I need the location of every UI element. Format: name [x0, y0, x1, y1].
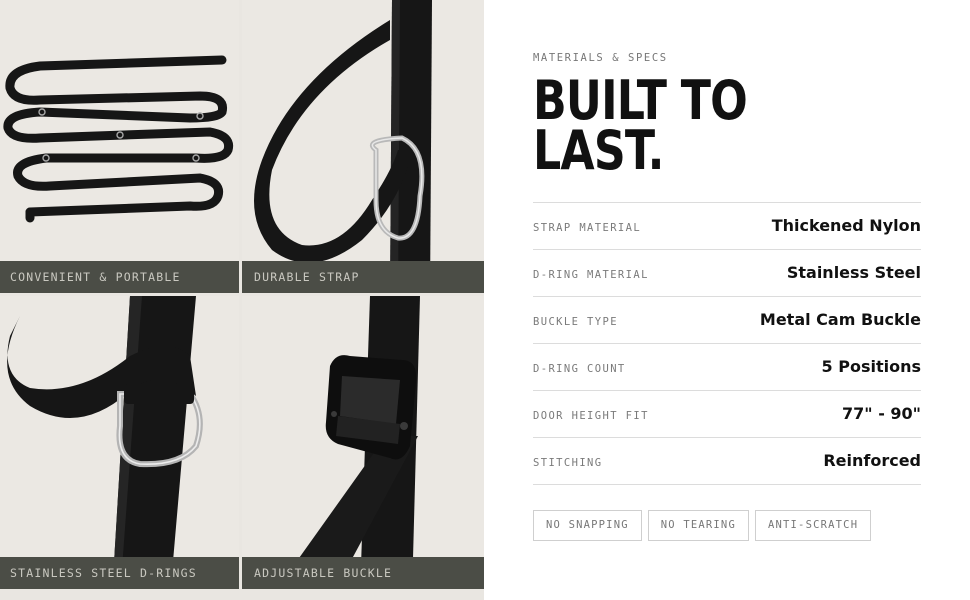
strap-loop-image — [254, 0, 432, 293]
spec-table: STRAP MATERIAL Thickened Nylon D-RING MA… — [533, 202, 921, 485]
spec-value: Thickened Nylon — [771, 216, 921, 235]
spec-value: Metal Cam Buckle — [759, 310, 921, 329]
product-image-grid: CONVENIENT & PORTABLE DURABLE STRAP STAI… — [0, 0, 484, 600]
photo-adjustable-buckle: ADJUSTABLE BUCKLE — [242, 296, 484, 589]
section-eyebrow: MATERIALS & SPECS — [533, 52, 668, 64]
spec-label: STRAP MATERIAL — [533, 222, 642, 234]
photo-convenient-portable: CONVENIENT & PORTABLE — [0, 0, 239, 293]
spec-row-buckle-type: BUCKLE TYPE Metal Cam Buckle — [533, 297, 921, 344]
feature-tags: NO SNAPPING NO TEARING ANTI-SCRATCH — [533, 510, 872, 541]
photo-durable-strap: DURABLE STRAP — [242, 0, 484, 293]
spec-value: 77" - 90" — [842, 404, 921, 423]
caption-stainless-d-rings: STAINLESS STEEL D-RINGS — [0, 557, 239, 589]
product-feature-page: CONVENIENT & PORTABLE DURABLE STRAP STAI… — [0, 0, 970, 600]
tag-no-snapping: NO SNAPPING — [533, 510, 642, 541]
spec-value: 5 Positions — [821, 357, 921, 376]
spec-label: BUCKLE TYPE — [533, 316, 618, 328]
spec-label: D-RING COUNT — [533, 363, 626, 375]
spec-label: D-RING MATERIAL — [533, 269, 649, 281]
spec-row-stitching: STITCHING Reinforced — [533, 438, 921, 485]
section-headline: BUILT TO LAST. — [533, 69, 748, 182]
coiled-strap-image — [3, 55, 234, 223]
spec-label: DOOR HEIGHT FIT — [533, 410, 649, 422]
spec-row-strap-material: STRAP MATERIAL Thickened Nylon — [533, 203, 921, 250]
d-ring-image — [7, 296, 203, 589]
cam-buckle-image — [276, 296, 420, 589]
spec-value: Reinforced — [823, 451, 921, 470]
tag-no-tearing: NO TEARING — [647, 510, 749, 541]
spec-label: STITCHING — [533, 457, 603, 469]
caption-adjustable-buckle: ADJUSTABLE BUCKLE — [242, 557, 484, 589]
photo-stainless-d-rings: STAINLESS STEEL D-RINGS — [0, 296, 239, 589]
spec-row-d-ring-material: D-RING MATERIAL Stainless Steel — [533, 250, 921, 297]
spec-row-d-ring-count: D-RING COUNT 5 Positions — [533, 344, 921, 391]
caption-durable-strap: DURABLE STRAP — [242, 261, 484, 293]
caption-convenient-portable: CONVENIENT & PORTABLE — [0, 261, 239, 293]
spec-row-door-height-fit: DOOR HEIGHT FIT 77" - 90" — [533, 391, 921, 438]
spec-value: Stainless Steel — [786, 263, 921, 282]
tag-anti-scratch: ANTI-SCRATCH — [754, 510, 872, 541]
